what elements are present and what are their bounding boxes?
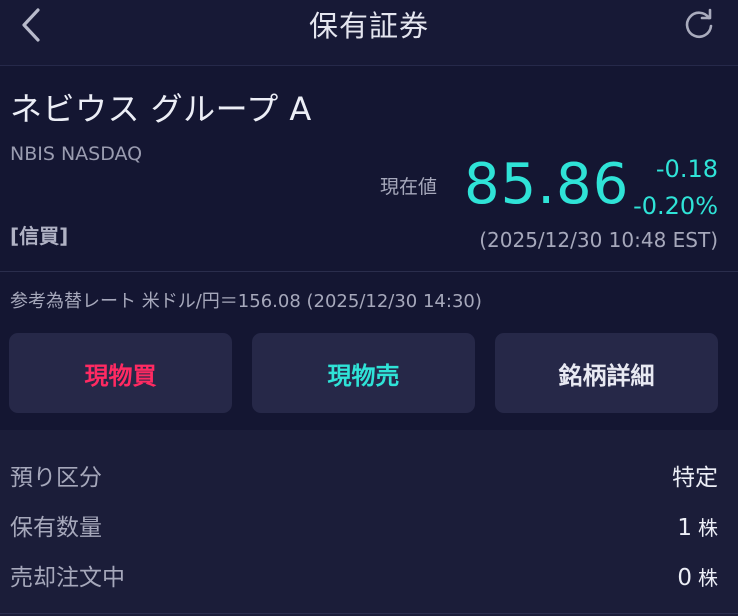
refresh-button[interactable] xyxy=(682,7,716,41)
holdings-info: 預り区分 特定 保有数量 1株 売却注文中 0株 xyxy=(0,430,738,616)
buy-button[interactable]: 現物買 xyxy=(9,333,232,413)
refresh-icon xyxy=(685,8,713,39)
holding-row-quantity: 保有数量 1株 xyxy=(0,507,738,547)
action-area: 参考為替レート 米ドル/円＝156.08 (2025/12/30 14:30) … xyxy=(0,273,738,428)
security-header: ネビウス グループ A NBIS NASDAQ [信買] 現在値 85.86 -… xyxy=(0,67,738,272)
position-type-tag: [信買] xyxy=(10,224,69,248)
holding-value: 0株 xyxy=(677,563,718,593)
security-name: ネビウス グループ A xyxy=(10,90,312,128)
navigation-bar: 保有証券 xyxy=(0,0,738,66)
holding-label: 預り区分 xyxy=(10,465,102,491)
holding-row-pending-sell: 売却注文中 0株 xyxy=(0,557,738,597)
security-detail-button[interactable]: 銘柄詳細 xyxy=(495,333,718,413)
holding-label: 売却注文中 xyxy=(10,565,125,591)
price-timestamp: (2025/12/30 10:48 EST) xyxy=(479,228,718,252)
holding-value-number: 特定 xyxy=(672,465,718,491)
holding-unit: 株 xyxy=(698,566,718,590)
security-code: NBIS NASDAQ xyxy=(10,143,143,165)
app-root: 保有証券 ネビウス グループ A NBIS NASDAQ [信買] 現在値 85… xyxy=(0,0,738,616)
holding-value: 特定 xyxy=(672,463,718,493)
price-change-absolute: -0.18 xyxy=(655,155,718,183)
price-change-percent: -0.20% xyxy=(633,192,718,220)
page-title: 保有証券 xyxy=(308,9,429,43)
holding-unit: 株 xyxy=(698,516,718,540)
current-price: 85.86 xyxy=(464,152,630,217)
holding-value: 1株 xyxy=(677,513,718,543)
holding-value-number: 0 xyxy=(677,565,692,591)
current-price-label: 現在値 xyxy=(380,176,438,198)
holding-label: 保有数量 xyxy=(10,515,102,541)
exchange-rate-text: 参考為替レート 米ドル/円＝156.08 (2025/12/30 14:30) xyxy=(10,291,482,312)
holding-row-account-type: 預り区分 特定 xyxy=(0,457,738,497)
sell-button[interactable]: 現物売 xyxy=(252,333,475,413)
holding-value-number: 1 xyxy=(677,515,692,541)
divider xyxy=(0,613,738,614)
